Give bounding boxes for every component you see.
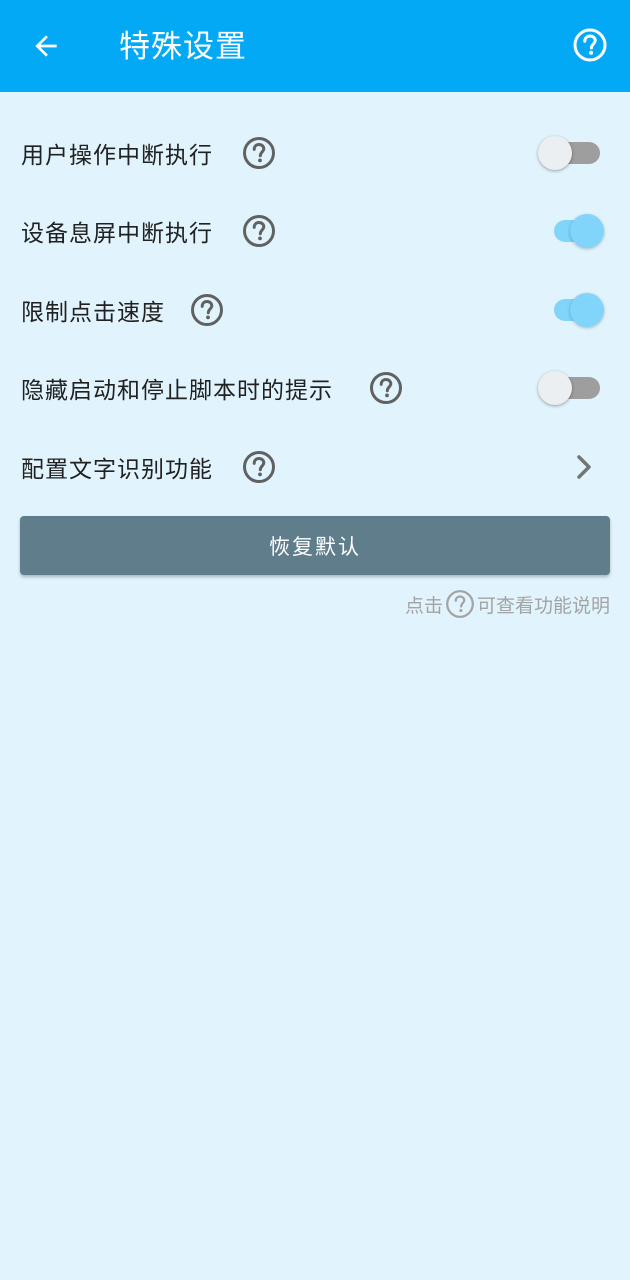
arrow-back-icon xyxy=(35,35,57,57)
setting-row-screen-off-interrupt: 设备息屏中断执行 xyxy=(0,192,630,270)
app-bar: 特殊设置 xyxy=(0,0,630,92)
setting-label: 配置文字识别功能 xyxy=(21,457,213,483)
setting-label: 限制点击速度 xyxy=(21,300,165,326)
user-interrupt-switch[interactable] xyxy=(538,133,604,173)
restore-default-button[interactable]: 恢复默认 xyxy=(20,516,610,575)
help-button[interactable] xyxy=(570,25,610,65)
switch-thumb xyxy=(570,293,604,327)
switch-thumb xyxy=(570,214,604,248)
help-icon[interactable] xyxy=(242,450,276,484)
hint-prefix: 点击 xyxy=(404,594,443,617)
help-icon xyxy=(446,590,474,618)
setting-label: 设备息屏中断执行 xyxy=(21,221,213,247)
setting-row-hide-script-tips: 隐藏启动和停止脚本时的提示 xyxy=(0,349,630,427)
switch-thumb xyxy=(538,371,572,405)
setting-row-limit-click-speed: 限制点击速度 xyxy=(0,271,630,349)
page-title: 特殊设置 xyxy=(119,29,247,65)
setting-row-text-recognition[interactable]: 配置文字识别功能 xyxy=(0,428,630,506)
screen-off-interrupt-switch[interactable] xyxy=(550,211,604,251)
limit-click-speed-switch[interactable] xyxy=(550,290,604,330)
hide-script-tips-switch[interactable] xyxy=(538,368,604,408)
help-icon[interactable] xyxy=(242,214,276,248)
setting-row-user-interrupt: 用户操作中断执行 xyxy=(0,114,630,192)
switch-thumb xyxy=(538,136,572,170)
hint-suffix: 可查看功能说明 xyxy=(476,594,610,617)
help-hint: 点击 可查看功能说明 xyxy=(405,588,610,620)
back-button[interactable] xyxy=(26,26,66,66)
help-circle-icon xyxy=(573,28,607,62)
setting-label: 隐藏启动和停止脚本时的提示 xyxy=(21,378,333,404)
setting-label: 用户操作中断执行 xyxy=(21,143,213,169)
help-icon[interactable] xyxy=(242,136,276,170)
help-icon[interactable] xyxy=(369,371,403,405)
help-icon[interactable] xyxy=(190,293,224,327)
chevron-right-icon[interactable] xyxy=(573,451,597,483)
